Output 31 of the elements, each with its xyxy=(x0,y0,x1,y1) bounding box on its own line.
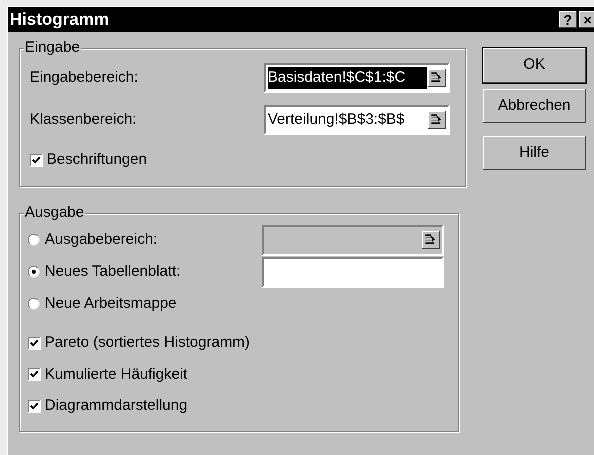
checkbox-label: Kumulierte Häufigkeit xyxy=(45,364,188,384)
radio-button[interactable] xyxy=(28,298,40,310)
window-title: Histogramm xyxy=(10,8,110,31)
dialog-button[interactable]: OK xyxy=(483,48,586,83)
radio-button[interactable] xyxy=(28,266,40,278)
checkbox-label: Diagrammdarstellung xyxy=(45,396,188,416)
radio-label: Neue Arbeitsmappe xyxy=(45,294,177,314)
range-field[interactable]: Basisdaten!$C$1:$C xyxy=(264,63,450,93)
radio-label: Ausgabebereich: xyxy=(45,230,158,250)
checkbox[interactable] xyxy=(28,368,41,382)
checkbox-label: Pareto (sortiertes Histogramm) xyxy=(45,333,250,353)
close-button[interactable]: × xyxy=(579,11,594,28)
checkbox[interactable] xyxy=(28,336,41,350)
range-picker-icon[interactable] xyxy=(428,111,446,129)
group-title: Ausgabe xyxy=(24,204,86,222)
checkbox[interactable] xyxy=(30,154,43,167)
dialog-button[interactable]: Abbrechen xyxy=(483,89,586,123)
field-label: Klassenbereich: xyxy=(30,110,137,130)
group-title: Eingabe xyxy=(24,39,82,57)
range-picker-icon[interactable] xyxy=(428,69,446,87)
field-value: Basisdaten!$C$1:$C xyxy=(268,66,427,90)
radio-button[interactable] xyxy=(28,234,40,246)
checkbox[interactable] xyxy=(28,400,41,413)
checkbox-label: Beschriftungen xyxy=(47,150,148,170)
dialog-button[interactable]: Hilfe xyxy=(483,136,586,170)
field-label: Eingabebereich: xyxy=(30,68,138,88)
field-value: Verteilung!$B$3:$B$ xyxy=(268,110,406,130)
range-field[interactable]: Verteilung!$B$3:$B$ xyxy=(264,105,450,135)
radio-label: Neues Tabellenblatt: xyxy=(45,262,181,282)
output-field[interactable] xyxy=(262,256,444,288)
help-button[interactable]: ? xyxy=(559,11,577,28)
